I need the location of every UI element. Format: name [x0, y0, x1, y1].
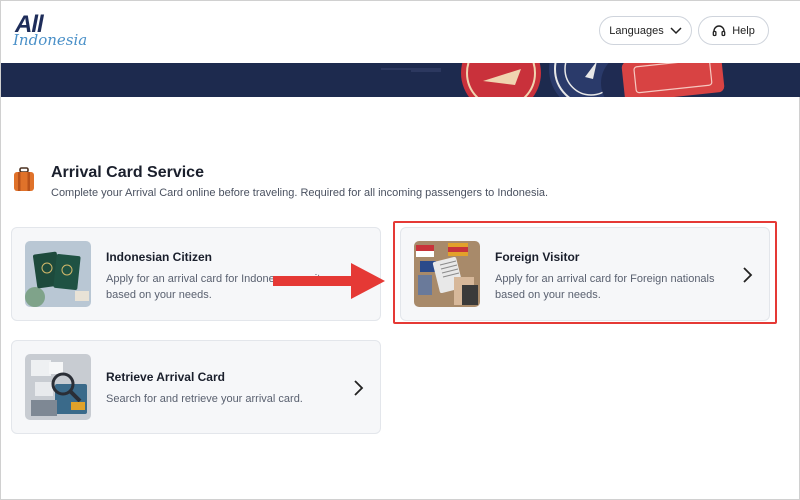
card-description-line: based on your needs. [106, 289, 212, 301]
red-arrow-icon [273, 263, 385, 299]
retrieve-arrival-card[interactable]: Retrieve Arrival Card Search for and ret… [11, 340, 381, 434]
languages-label: Languages [609, 24, 664, 37]
card-description-line: based on your needs. [495, 289, 601, 301]
card-description: Apply for an arrival card for Foreign na… [495, 271, 740, 303]
passport-image [25, 241, 91, 307]
card-description-line: Apply for an arrival card for Indone [106, 273, 275, 285]
travel-stamps-illustration [1, 63, 800, 97]
section-title: Arrival Card Service [51, 164, 204, 181]
card-title: Foreign Visitor [495, 250, 580, 264]
card-description-line: Apply for an arrival card for Foreign na… [495, 273, 715, 285]
chevron-down-icon [670, 26, 682, 34]
card-description-line: Search for and retrieve your arrival car… [106, 393, 303, 405]
logo[interactable]: All Indonesia [13, 11, 93, 51]
card-description: Search for and retrieve your arrival car… [106, 391, 351, 407]
headset-icon [712, 24, 726, 36]
retrieve-card-image [25, 354, 91, 420]
foreign-visitor-card[interactable]: Foreign Visitor Apply for an arrival car… [400, 227, 770, 321]
card-title: Retrieve Arrival Card [106, 370, 225, 384]
chevron-right-icon[interactable] [740, 266, 754, 284]
foreign-visitor-image [414, 241, 480, 307]
chevron-right-icon[interactable] [351, 379, 365, 397]
logo-indonesia-text: Indonesia [13, 31, 88, 49]
section-subtitle: Complete your Arrival Card online before… [51, 187, 549, 199]
help-label: Help [732, 24, 755, 37]
card-title: Indonesian Citizen [106, 250, 213, 264]
header: All Indonesia Languages Help [1, 1, 800, 63]
luggage-icon [14, 167, 34, 191]
help-button[interactable]: Help [698, 16, 769, 45]
languages-button[interactable]: Languages [599, 16, 692, 45]
hero-banner [1, 63, 800, 97]
